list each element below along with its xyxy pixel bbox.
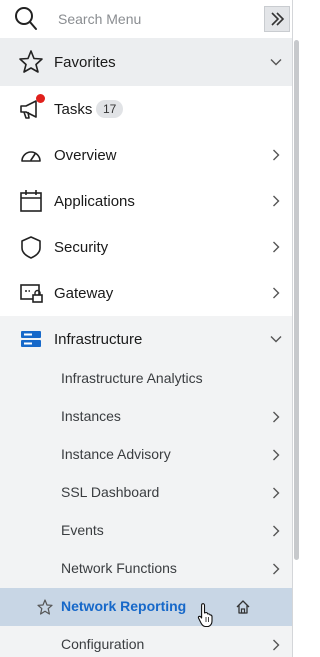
menu-item-favorites[interactable]: Favorites	[0, 38, 292, 87]
menu-item-overview[interactable]: Overview	[0, 132, 292, 178]
submenu-item-label: Configuration	[61, 636, 145, 652]
search-bar	[0, 0, 292, 39]
double-chevron-right-icon	[271, 12, 285, 26]
infrastructure-label: Infrastructure	[54, 330, 143, 348]
notification-dot	[36, 94, 45, 103]
security-label: Security	[54, 238, 109, 256]
tasks-count-badge: 17	[96, 100, 124, 118]
submenu-item-ssl-dashboard[interactable]: SSL Dashboard	[0, 474, 292, 512]
gauge-icon	[21, 151, 41, 162]
chevron-down-icon	[270, 336, 282, 343]
gateway-lock-icon	[20, 284, 43, 303]
overview-label: Overview	[54, 146, 117, 164]
chevron-right-icon	[273, 525, 280, 537]
collapse-menu-button[interactable]	[264, 6, 290, 32]
submenu-item-network-reporting[interactable]: Network Reporting	[0, 588, 292, 626]
submenu-item-configuration[interactable]: Configuration	[0, 626, 292, 657]
menu-item-tasks[interactable]: Tasks 17	[0, 86, 292, 132]
chevron-right-icon	[273, 149, 280, 161]
server-icon	[21, 331, 41, 347]
chevron-right-icon	[273, 241, 280, 253]
favorites-label: Favorites	[54, 53, 116, 71]
menu-item-infrastructure[interactable]: Infrastructure	[0, 316, 292, 362]
submenu-item-network-functions[interactable]: Network Functions	[0, 550, 292, 588]
scrollbar-thumb[interactable]	[294, 40, 299, 560]
star-icon	[19, 50, 43, 73]
shield-icon	[21, 236, 41, 259]
submenu-item-instances[interactable]: Instances	[0, 398, 292, 436]
search-input[interactable]	[50, 7, 266, 31]
tasks-label: Tasks	[54, 100, 93, 118]
submenu-item-infrastructure-analytics[interactable]: Infrastructure Analytics	[0, 360, 292, 398]
submenu-item-label: SSL Dashboard	[61, 484, 160, 500]
chevron-right-icon	[273, 411, 280, 423]
chevron-right-icon	[273, 487, 280, 499]
chevron-right-icon	[273, 449, 280, 461]
menu-item-applications[interactable]: Applications	[0, 178, 292, 224]
submenu-item-events[interactable]: Events	[0, 512, 292, 550]
applications-label: Applications	[54, 192, 135, 210]
chevron-right-icon	[273, 563, 280, 575]
favorite-star-icon[interactable]	[37, 599, 53, 615]
chevron-right-icon	[273, 287, 280, 299]
navigation-menu: Favorites Tasks 17 Overview A	[0, 0, 293, 657]
menu-item-gateway[interactable]: Gateway	[0, 270, 292, 316]
search-icon[interactable]	[14, 6, 38, 32]
submenu-item-label: Instances	[61, 408, 121, 424]
hand-pointer-cursor-icon	[197, 603, 213, 628]
chevron-right-icon	[273, 195, 280, 207]
gateway-label: Gateway	[54, 284, 114, 302]
submenu-item-label: Network Reporting	[61, 598, 187, 614]
chevron-down-icon	[270, 59, 282, 66]
chevron-right-icon	[273, 639, 280, 651]
submenu-item-label: Network Functions	[61, 560, 177, 576]
submenu-item-instance-advisory[interactable]: Instance Advisory	[0, 436, 292, 474]
submenu-item-label: Events	[61, 522, 104, 538]
calendar-icon	[20, 190, 42, 212]
submenu-item-label: Instance Advisory	[61, 446, 171, 462]
home-icon[interactable]	[235, 599, 251, 615]
menu-item-security[interactable]: Security	[0, 224, 292, 270]
submenu-item-label: Infrastructure Analytics	[61, 370, 203, 386]
